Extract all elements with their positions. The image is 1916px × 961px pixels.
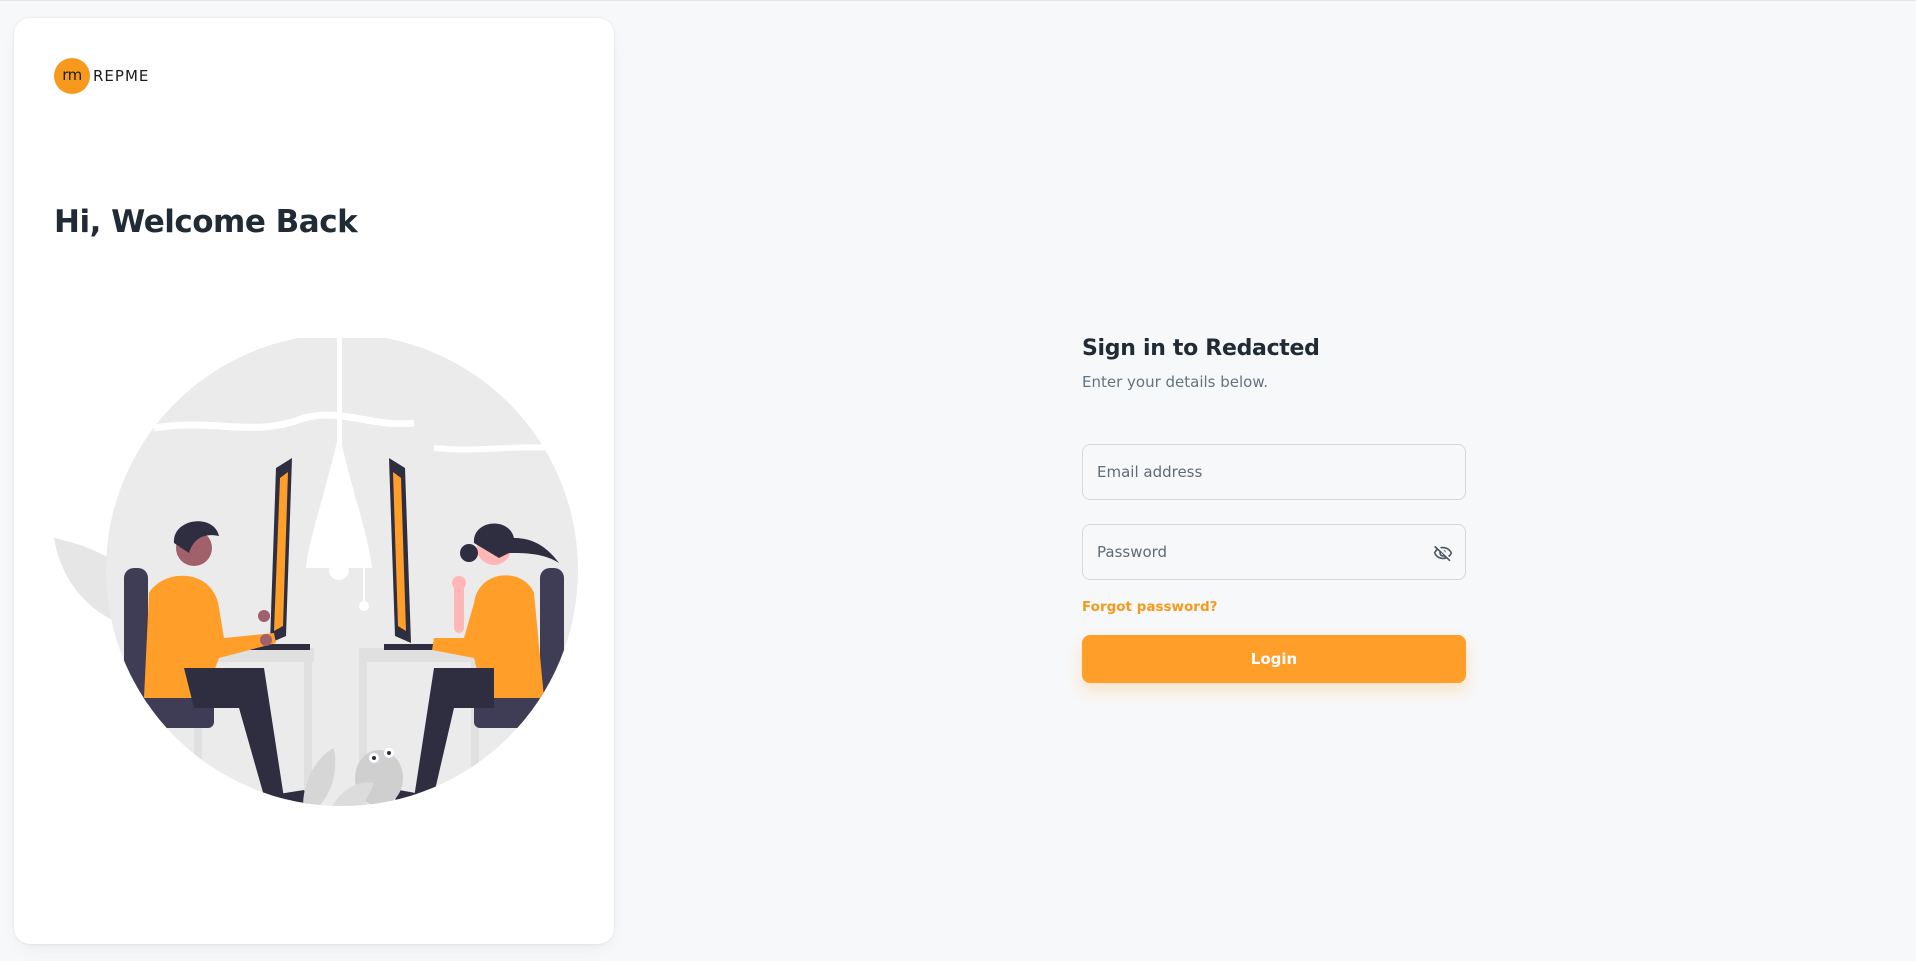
form-subtitle: Enter your details below. bbox=[1082, 373, 1269, 391]
welcome-panel: rm REPME Hi, Welcome Back bbox=[14, 18, 614, 944]
login-button[interactable]: Login bbox=[1082, 635, 1466, 683]
forgot-password-link[interactable]: Forgot password? bbox=[1082, 599, 1217, 615]
eye-off-icon[interactable] bbox=[1431, 541, 1455, 565]
logo-badge: rm bbox=[54, 58, 90, 94]
email-field-wrapper bbox=[1082, 444, 1466, 500]
brand-logo[interactable]: rm REPME bbox=[54, 58, 149, 94]
password-field-wrapper bbox=[1082, 524, 1466, 580]
login-form: Sign in to Redacted Enter your details b… bbox=[1082, 336, 1466, 683]
welcome-heading: Hi, Welcome Back bbox=[54, 204, 358, 240]
logo-wordmark: REPME bbox=[93, 67, 150, 85]
password-input[interactable] bbox=[1083, 525, 1465, 579]
workspace-illustration bbox=[54, 338, 578, 806]
form-title: Sign in to Redacted bbox=[1082, 336, 1320, 361]
email-input[interactable] bbox=[1083, 445, 1465, 499]
top-border bbox=[0, 0, 1916, 1]
